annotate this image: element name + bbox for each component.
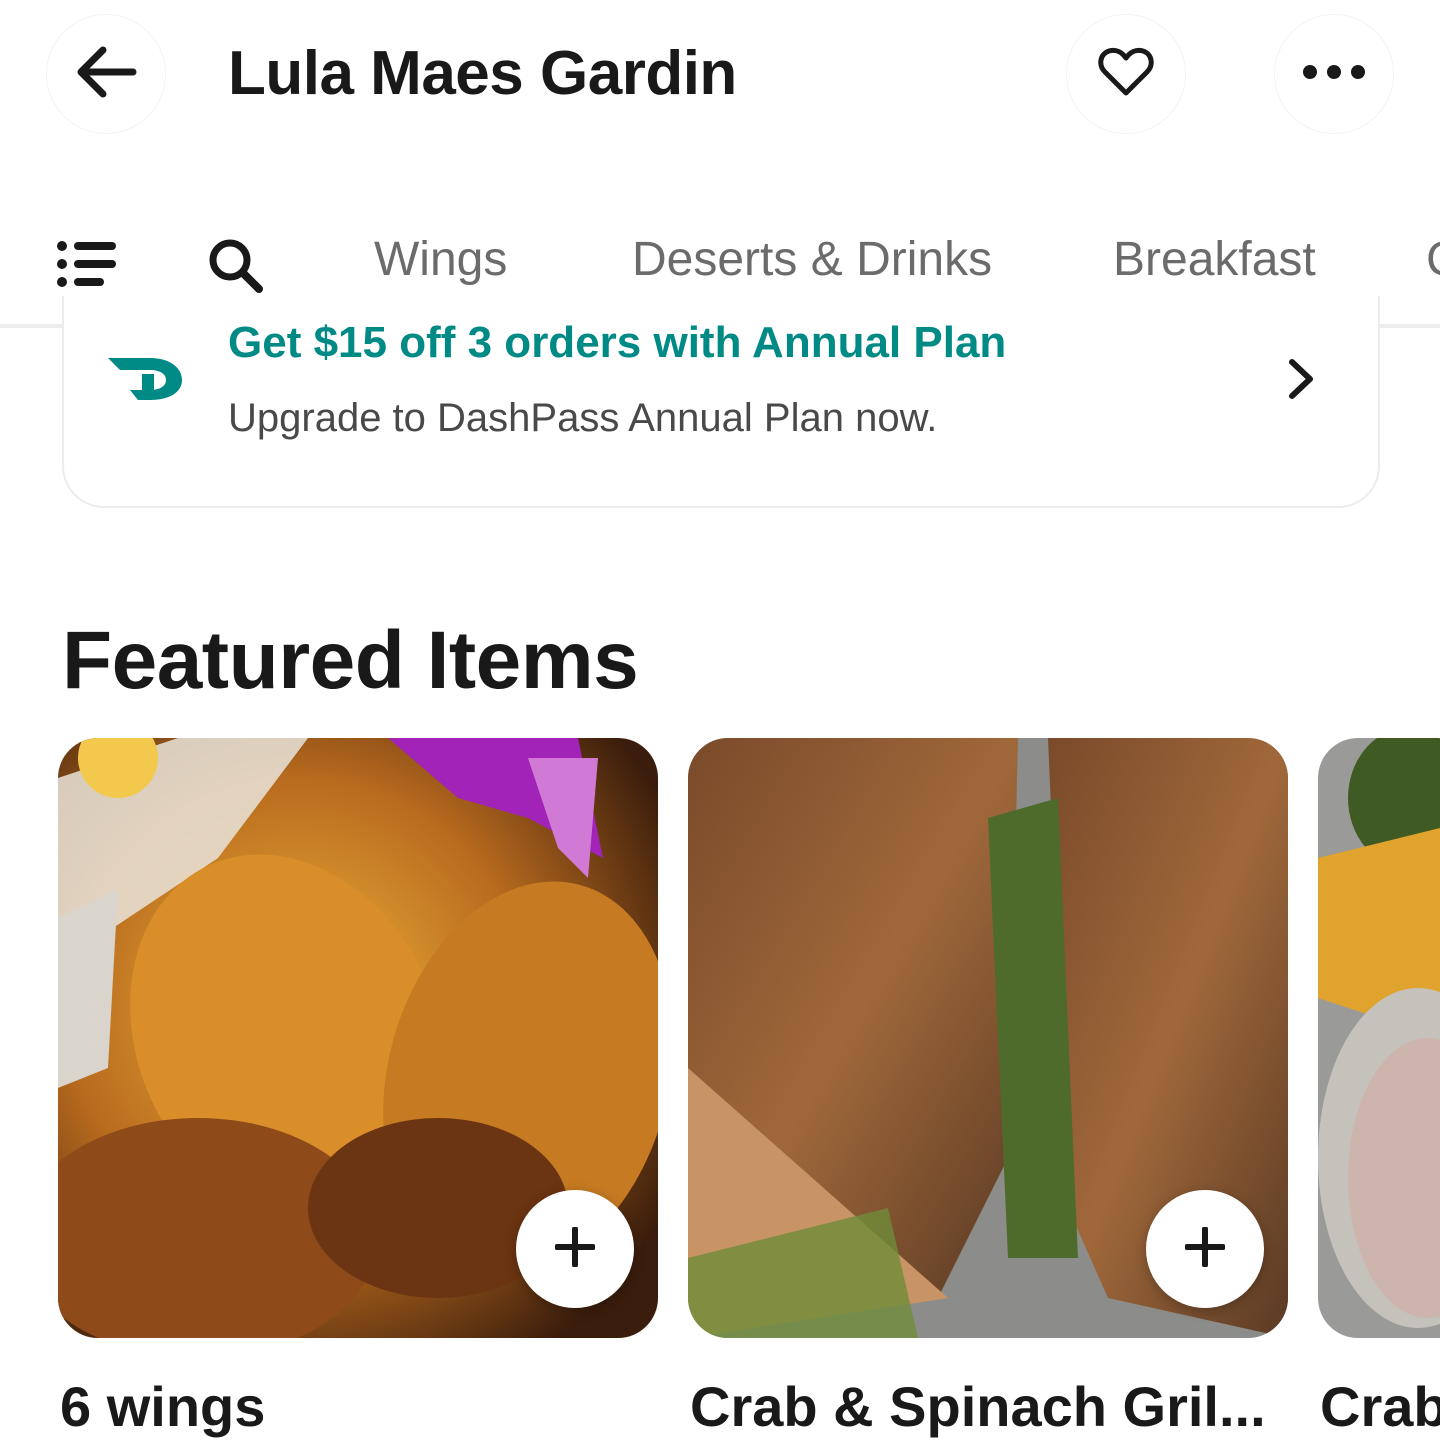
dashpass-promo-banner[interactable]: Get $15 off 3 orders with Annual Plan Up… xyxy=(62,296,1380,508)
featured-item-card[interactable] xyxy=(688,738,1288,1338)
more-horizontal-icon xyxy=(1302,62,1366,87)
featured-item-name: Crab xyxy=(1320,1375,1440,1438)
dashpass-logo-icon xyxy=(106,352,186,409)
search-icon xyxy=(206,236,266,301)
banner-title: Get $15 off 3 orders with Annual Plan xyxy=(228,318,1007,367)
favorite-button[interactable] xyxy=(1066,14,1186,134)
store-title: Lula Maes Gardin xyxy=(228,39,737,108)
crab-dish-photo xyxy=(1318,738,1440,1338)
featured-item-name: Crab & Spinach Gril... xyxy=(690,1375,1266,1438)
featured-items-heading: Featured Items xyxy=(62,615,639,706)
chevron-right-icon xyxy=(1286,356,1316,407)
banner-subtitle: Upgrade to DashPass Annual Plan now. xyxy=(228,396,938,440)
menu-search-button[interactable] xyxy=(206,236,266,301)
back-button[interactable] xyxy=(46,14,166,134)
featured-item-card[interactable] xyxy=(1318,738,1440,1338)
tab-deserts-drinks[interactable]: Deserts & Drinks xyxy=(632,232,992,287)
tab-breakfast[interactable]: Breakfast xyxy=(1113,232,1316,287)
arrow-left-icon xyxy=(73,44,139,105)
tab-next-category[interactable]: C xyxy=(1426,232,1440,287)
featured-item-name: 6 wings xyxy=(60,1375,266,1438)
list-icon xyxy=(56,240,118,293)
plus-icon xyxy=(1184,1225,1226,1272)
menu-list-button[interactable] xyxy=(56,240,118,293)
heart-icon xyxy=(1098,46,1154,103)
add-item-button[interactable] xyxy=(516,1190,634,1308)
add-item-button[interactable] xyxy=(1146,1190,1264,1308)
plus-icon xyxy=(554,1225,596,1272)
more-options-button[interactable] xyxy=(1274,14,1394,134)
tab-wings[interactable]: Wings xyxy=(374,232,507,287)
featured-item-card[interactable] xyxy=(58,738,658,1338)
